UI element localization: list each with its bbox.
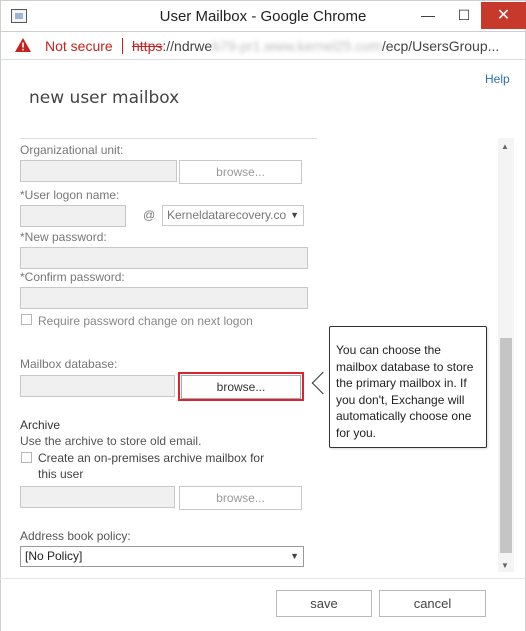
panel-divider [20,138,317,139]
url-path: /ecp/UsersGroup... [381,38,500,54]
address-book-select-value: [No Policy] [25,549,83,563]
scroll-up-arrow-icon[interactable]: ▲ [501,142,509,151]
require-change-label: Require password change on next logon [38,314,253,328]
scrollbar-thumb[interactable] [500,338,512,553]
footer-divider [0,578,526,579]
archive-heading: Archive [20,418,61,432]
new-password-label: *New password: [20,230,107,244]
warning-triangle-icon[interactable] [14,37,32,53]
domain-select-value: Kerneldatarecovery.co [167,208,287,222]
address-separator [122,38,123,54]
chevron-down-icon: ▼ [290,551,299,561]
logon-name-label: *User logon name: [20,188,120,202]
window-titlebar: User Mailbox - Google Chrome — ☐ ✕ [0,0,526,32]
require-change-checkbox[interactable] [21,314,32,325]
domain-select[interactable]: Kerneldatarecovery.co ▼ [162,205,304,226]
confirm-password-input[interactable] [20,287,308,309]
org-unit-input[interactable] [20,160,177,182]
address-book-select[interactable]: [No Policy] ▼ [20,546,304,567]
mailbox-database-tooltip: You can choose the mailbox database to s… [329,326,487,448]
maximize-button[interactable]: ☐ [447,2,481,29]
security-status-label[interactable]: Not secure [45,38,113,54]
confirm-password-label: *Confirm password: [20,270,125,284]
archive-checkbox[interactable] [21,452,32,463]
url-host: ://ndrwe [162,38,213,54]
close-button[interactable]: ✕ [481,2,526,29]
org-unit-browse-button[interactable]: browse... [179,160,302,184]
logon-name-input[interactable] [20,205,126,227]
mailbox-database-input[interactable] [20,375,175,397]
org-unit-label: Organizational unit: [20,143,124,157]
archive-description: Use the archive to store old email. [20,434,202,448]
archive-checkbox-label-line1: Create an on-premises archive mailbox fo… [38,451,265,465]
help-link[interactable]: Help [485,72,510,86]
at-sign: @ [143,208,156,222]
minimize-button[interactable]: — [409,2,447,29]
chevron-down-icon: ▼ [290,210,299,220]
address-bar[interactable]: Not secure https://ndrweb79-pr1.www.kern… [0,32,526,60]
url-protocol: https [132,38,163,54]
window-border-left [0,60,1,631]
archive-database-input[interactable] [20,486,175,508]
page-title: new user mailbox [29,88,180,108]
new-password-input[interactable] [20,247,308,269]
scroll-down-arrow-icon[interactable]: ▼ [501,561,509,570]
url-host-blurred: b79-pr1.www.kernel25.com [212,38,382,54]
archive-browse-button[interactable]: browse... [179,486,302,510]
vertical-scrollbar[interactable]: ▲ ▼ [498,138,514,572]
save-button[interactable]: save [276,590,372,617]
address-book-label: Address book policy: [20,529,131,543]
highlight-box [178,372,304,401]
url-text[interactable]: https://ndrweb79-pr1.www.kernel25.com/ec… [132,38,499,54]
cancel-button[interactable]: cancel [379,590,486,617]
mailbox-database-label: Mailbox database: [20,357,118,371]
archive-checkbox-label-line2: this user [38,467,84,481]
